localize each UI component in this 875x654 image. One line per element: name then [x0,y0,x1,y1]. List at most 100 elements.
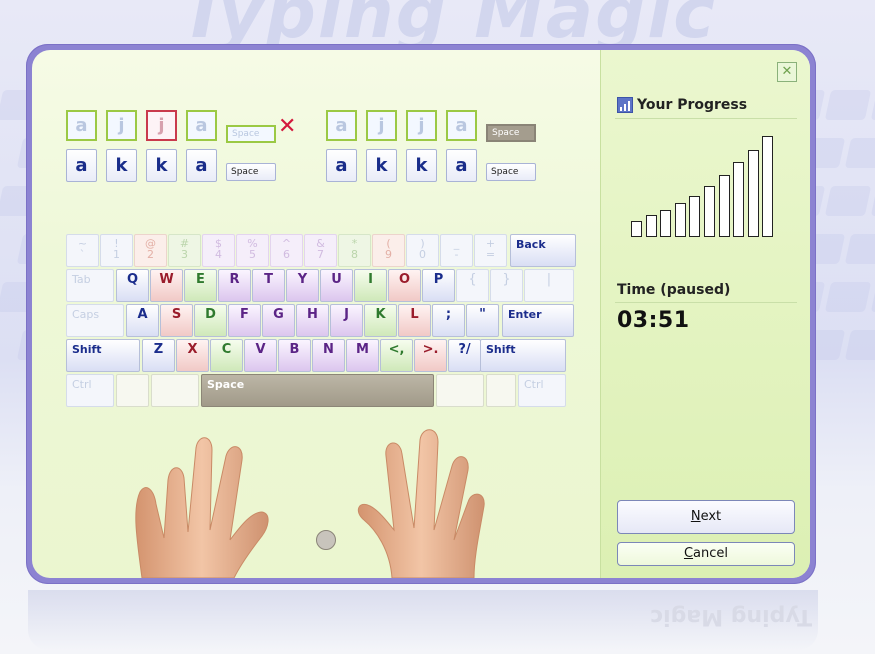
key-8[interactable]: * 8 [338,234,371,267]
key-shift[interactable]: Shift [480,339,566,372]
key-blank[interactable]: } [490,269,523,302]
progress-bar [747,150,759,237]
key-base-symbol: 9 [385,248,392,261]
key-base-symbol: = [485,248,496,261]
progress-bar [762,136,774,237]
key-blank[interactable] [486,374,516,407]
progress-divider [615,118,797,119]
lesson-panel: a j j a Space a k k a Space ✕ a j j a Space a k k a Space ~ `… [32,50,810,578]
key-p[interactable]: P [422,269,455,302]
key-w[interactable]: W [150,269,183,302]
target-letter-key: a [446,149,477,182]
key-blank[interactable]: + = [474,234,507,267]
key-b[interactable]: B [278,339,311,372]
progress-bar [645,215,657,237]
key-z[interactable]: Z [142,339,175,372]
key-d[interactable]: D [194,304,227,337]
target-space-key: Space [486,163,536,181]
key-tab[interactable]: Tab [66,269,114,302]
key-base-symbol: 4 [215,248,222,261]
key-blank[interactable]: ?/ [448,339,481,372]
key-j[interactable]: J [330,304,363,337]
key-space[interactable]: Space [201,374,434,407]
key-enter[interactable]: Enter [502,304,574,337]
key-5[interactable]: % 5 [236,234,269,267]
key-y[interactable]: Y [286,269,319,302]
key-f[interactable]: F [228,304,261,337]
key-k[interactable]: K [364,304,397,337]
typed-letter-slot: j [406,110,437,141]
key-t[interactable]: T [252,269,285,302]
key-o[interactable]: O [388,269,421,302]
key-h[interactable]: H [296,304,329,337]
key-blank[interactable]: ~ ` [66,234,99,267]
key-base-symbol: ` [79,248,86,261]
time-value: 03:51 [617,308,690,333]
target-space-key: Space [226,163,276,181]
key-blank[interactable]: >. [414,339,447,372]
key-q[interactable]: Q [116,269,149,302]
key-blank[interactable] [116,374,149,407]
key-l[interactable]: L [398,304,431,337]
next-button[interactable]: Next [617,500,795,534]
key-g[interactable]: G [262,304,295,337]
key-blank[interactable] [436,374,484,407]
key-blank[interactable] [151,374,199,407]
typed-letter-slot: a [326,110,357,141]
key-1[interactable]: ! 1 [100,234,133,267]
key-base-symbol: 6 [283,248,290,261]
key-9[interactable]: (9 [372,234,405,267]
cancel-button[interactable]: Cancel [617,542,795,566]
key-a[interactable]: A [126,304,159,337]
background-title-reflection: Typing Magic [650,604,813,629]
key-ctrl[interactable]: Ctrl [518,374,566,407]
thumb-target-indicator [316,530,336,550]
key-c[interactable]: C [210,339,243,372]
progress-bar [718,175,730,237]
key-m[interactable]: M [346,339,379,372]
key-3[interactable]: #3 [168,234,201,267]
progress-title: Your Progress [637,97,748,113]
key-7[interactable]: & 7 [304,234,337,267]
key-6[interactable]: ^ 6 [270,234,303,267]
hands-image [135,429,485,578]
key-i[interactable]: I [354,269,387,302]
target-letter-key: k [366,149,397,182]
key-s[interactable]: S [160,304,193,337]
typed-letter-slot: j [146,110,177,141]
key-blank[interactable]: { [456,269,489,302]
progress-bar [631,221,642,237]
key-shift[interactable]: Shift [66,339,140,372]
key-base-symbol: - [454,248,459,261]
key-blank[interactable]: | [524,269,574,302]
target-letter-key: k [146,149,177,182]
key-base-symbol: 7 [317,248,324,261]
key-back[interactable]: Back [510,234,576,267]
key-blank[interactable]: ; [432,304,465,337]
progress-bar [733,162,745,237]
key-base-symbol: 0 [419,248,426,261]
typed-letter-slot: a [66,110,97,141]
key-blank[interactable]: " [466,304,499,337]
close-button[interactable]: ✕ [777,62,797,82]
key-4[interactable]: $4 [202,234,235,267]
key-x[interactable]: X [176,339,209,372]
time-label: Time (paused) [617,282,731,298]
key-base-symbol: 1 [113,248,120,261]
key-caps[interactable]: Caps [66,304,124,337]
key-blank[interactable]: <, [380,339,413,372]
key-u[interactable]: U [320,269,353,302]
key-base-symbol: 8 [351,248,358,261]
key-e[interactable]: E [184,269,217,302]
key-2[interactable]: @2 [134,234,167,267]
key-blank[interactable]: _ - [440,234,473,267]
key-n[interactable]: N [312,339,345,372]
typed-letter-slot: j [366,110,397,141]
key-r[interactable]: R [218,269,251,302]
progress-bar [674,203,686,237]
target-letter-key: a [66,149,97,182]
target-letter-key: a [326,149,357,182]
key-0[interactable]: ) 0 [406,234,439,267]
key-v[interactable]: V [244,339,277,372]
key-ctrl[interactable]: Ctrl [66,374,114,407]
